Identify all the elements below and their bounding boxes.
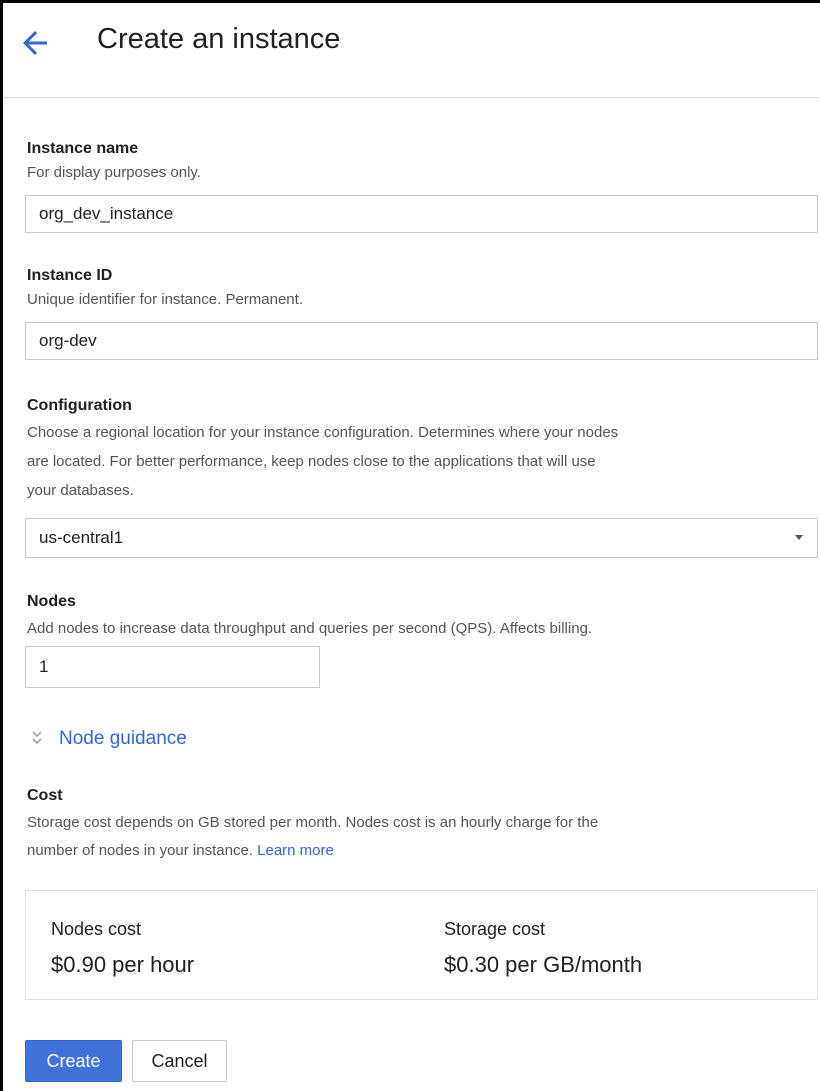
cost-help-line-2: number of nodes in your instance. Learn … [27, 836, 334, 865]
configuration-label: Configuration [27, 397, 132, 414]
create-button[interactable]: Create [25, 1040, 122, 1082]
configuration-help-line-2: are located. For better performance, kee… [27, 453, 596, 470]
cost-summary-card: Nodes cost $0.90 per hour Storage cost $… [25, 890, 818, 1000]
nodes-cost-value: $0.90 per hour [51, 952, 195, 977]
configuration-selected-value: us-central1 [39, 528, 124, 547]
double-chevron-down-icon [32, 731, 42, 745]
cost-help-line-1: Storage cost depends on GB stored per mo… [27, 814, 599, 831]
node-guidance-label: Node guidance [59, 728, 187, 749]
caret-down-icon [795, 535, 803, 540]
instance-id-label: Instance ID [27, 267, 113, 284]
instance-name-input[interactable]: org_dev_instance [25, 195, 818, 233]
storage-cost-label: Storage cost [444, 919, 546, 939]
instance-id-help: Unique identifier for instance. Permanen… [27, 291, 303, 308]
configuration-select[interactable]: us-central1 [25, 518, 818, 558]
nodes-help: Add nodes to increase data throughput an… [27, 620, 593, 637]
cost-help-text: number of nodes in your instance. [27, 842, 253, 859]
back-arrow-icon[interactable] [17, 25, 53, 61]
nodes-label: Nodes [27, 593, 76, 610]
page-header: Create an instance [3, 3, 820, 98]
storage-cost-value: $0.30 per GB/month [444, 952, 643, 977]
configuration-help-line-1: Choose a regional location for your inst… [27, 424, 619, 441]
nodes-input[interactable]: 1 [25, 646, 320, 688]
configuration-help-line-3: your databases. [27, 482, 134, 499]
instance-name-help: For display purposes only. [27, 164, 201, 181]
nodes-cost-label: Nodes cost [51, 919, 142, 939]
instance-id-input[interactable]: org-dev [25, 322, 818, 360]
page-title: Create an instance [97, 23, 341, 55]
instance-name-label: Instance name [27, 140, 139, 157]
cancel-button[interactable]: Cancel [132, 1040, 227, 1082]
learn-more-link[interactable]: Learn more [257, 842, 334, 859]
cost-label: Cost [27, 787, 63, 804]
